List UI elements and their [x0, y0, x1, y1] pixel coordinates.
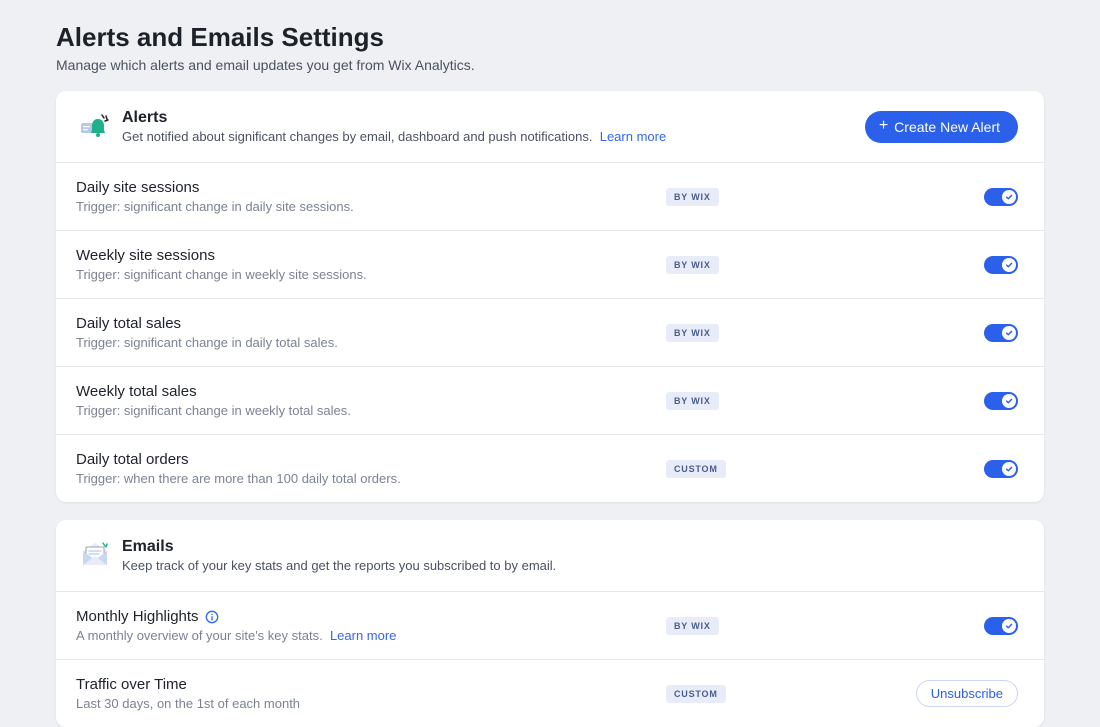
unsubscribe-button[interactable]: Unsubscribe — [916, 680, 1018, 707]
alert-trigger: Trigger: significant change in daily tot… — [76, 335, 666, 350]
page-header: Alerts and Emails Settings Manage which … — [56, 22, 1044, 73]
page-subtitle: Manage which alerts and email updates yo… — [56, 57, 1044, 73]
alert-row: Daily total orders Trigger: when there a… — [56, 435, 1044, 502]
email-sub: A monthly overview of your site's key st… — [76, 628, 666, 643]
email-row: Monthly Highlights A monthly overview of… — [56, 592, 1044, 660]
source-badge: BY WIX — [666, 256, 719, 274]
alert-toggle[interactable] — [984, 256, 1018, 274]
page-title: Alerts and Emails Settings — [56, 22, 1044, 53]
alerts-card-header: Alerts Get notified about significant ch… — [56, 91, 1044, 163]
bell-icon — [76, 112, 114, 142]
email-toggle[interactable] — [984, 617, 1018, 635]
source-badge: BY WIX — [666, 392, 719, 410]
email-title: Monthly Highlights — [76, 608, 666, 625]
toggle-knob-check-icon — [1002, 326, 1016, 340]
alert-title: Daily total sales — [76, 315, 666, 332]
email-title: Traffic over Time — [76, 676, 666, 693]
emails-section-title: Emails — [122, 538, 1018, 556]
alert-row: Daily total sales Trigger: significant c… — [56, 299, 1044, 367]
alert-row: Daily site sessions Trigger: significant… — [56, 163, 1044, 231]
emails-card-header: Emails Keep track of your key stats and … — [56, 520, 1044, 592]
alert-toggle[interactable] — [984, 460, 1018, 478]
alerts-learn-more-link[interactable]: Learn more — [600, 129, 666, 144]
toggle-knob-check-icon — [1002, 394, 1016, 408]
source-badge: CUSTOM — [666, 685, 726, 703]
alerts-section-description: Get notified about significant changes b… — [122, 129, 865, 144]
alert-toggle[interactable] — [984, 324, 1018, 342]
plus-icon: + — [879, 118, 888, 134]
alert-title: Daily site sessions — [76, 179, 666, 196]
alerts-card: Alerts Get notified about significant ch… — [56, 91, 1044, 502]
toggle-knob-check-icon — [1002, 258, 1016, 272]
alert-title: Weekly site sessions — [76, 247, 666, 264]
alert-title: Weekly total sales — [76, 383, 666, 400]
alert-title: Daily total orders — [76, 451, 666, 468]
source-badge: BY WIX — [666, 188, 719, 206]
source-badge: BY WIX — [666, 324, 719, 342]
alert-trigger: Trigger: significant change in daily sit… — [76, 199, 666, 214]
alert-toggle[interactable] — [984, 188, 1018, 206]
email-sub: Last 30 days, on the 1st of each month — [76, 696, 666, 711]
alert-row: Weekly site sessions Trigger: significan… — [56, 231, 1044, 299]
toggle-knob-check-icon — [1002, 619, 1016, 633]
alert-trigger: Trigger: significant change in weekly si… — [76, 267, 666, 282]
alert-row: Weekly total sales Trigger: significant … — [56, 367, 1044, 435]
emails-section-description: Keep track of your key stats and get the… — [122, 558, 1018, 573]
envelope-icon — [76, 541, 114, 571]
alert-trigger: Trigger: when there are more than 100 da… — [76, 471, 666, 486]
email-learn-more-link[interactable]: Learn more — [330, 628, 396, 643]
emails-card: Emails Keep track of your key stats and … — [56, 520, 1044, 727]
toggle-knob-check-icon — [1002, 190, 1016, 204]
source-badge: BY WIX — [666, 617, 719, 635]
alert-trigger: Trigger: significant change in weekly to… — [76, 403, 666, 418]
email-row: Traffic over Time Last 30 days, on the 1… — [56, 660, 1044, 727]
create-new-alert-button[interactable]: + Create New Alert — [865, 111, 1018, 143]
toggle-knob-check-icon — [1002, 462, 1016, 476]
info-icon[interactable] — [205, 610, 219, 624]
alerts-section-title: Alerts — [122, 109, 865, 127]
source-badge: CUSTOM — [666, 460, 726, 478]
alert-toggle[interactable] — [984, 392, 1018, 410]
